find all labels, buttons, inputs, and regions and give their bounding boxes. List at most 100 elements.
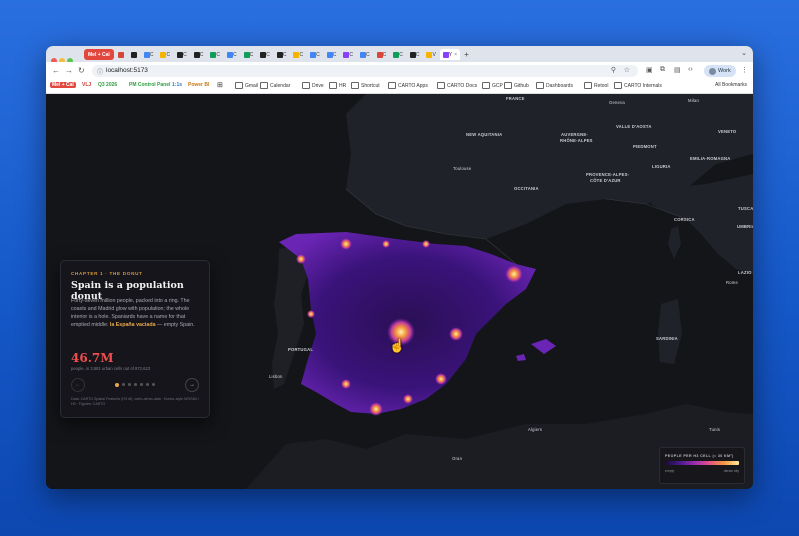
tab-label: C xyxy=(166,51,171,58)
site-info-icon[interactable]: ⓘ xyxy=(97,67,103,76)
browser-tab[interactable]: C xyxy=(141,49,157,60)
browser-tab[interactable]: C xyxy=(157,49,173,60)
city-label: Rome xyxy=(726,280,738,285)
browser-tab[interactable]: C xyxy=(357,49,373,60)
tab-strip: Mel + Cal C C C C C C C C C C C C C C C C C V Y × + ⌄ xyxy=(46,46,753,64)
github-icon xyxy=(130,51,137,58)
chapter-dot[interactable] xyxy=(140,383,143,386)
city-label: Milan xyxy=(688,98,700,103)
browser-tab[interactable]: C xyxy=(207,49,223,60)
bookmark-item[interactable]: VLJ xyxy=(82,82,91,88)
chapter-dots xyxy=(115,382,155,387)
bookmark-item[interactable]: Gmail xyxy=(235,82,258,89)
extensions-puzzle-icon[interactable]: ⧉ xyxy=(660,66,665,74)
chapter-dot[interactable] xyxy=(128,383,131,386)
chapter-navigation: ← → xyxy=(71,378,199,392)
bookmark-item[interactable]: Github xyxy=(504,82,529,89)
folder-icon xyxy=(614,82,622,89)
browser-tab[interactable]: C xyxy=(274,49,290,60)
browser-tab[interactable]: V xyxy=(423,49,438,60)
devtools-icon[interactable]: ‹› xyxy=(688,66,693,73)
browser-menu-icon[interactable]: ⋮ xyxy=(741,66,748,74)
address-bar[interactable]: ⓘ localhost:5173 ⚲ ☆ xyxy=(92,65,638,77)
bookmark-item[interactable]: GCP xyxy=(482,82,503,89)
browser-tab[interactable]: C xyxy=(290,49,306,60)
panel-body: Forty-seven million people, packed into … xyxy=(71,297,201,329)
region-label: CÔTE D'AZUR xyxy=(590,178,621,183)
zoom-icon[interactable]: ⚲ xyxy=(611,66,616,74)
browser-tab[interactable]: C xyxy=(241,49,257,60)
browser-tab[interactable] xyxy=(115,49,127,60)
map-legend: PEOPLE PER H3 CELL (≈ 30 KM²) empty dens… xyxy=(659,447,745,484)
forward-icon[interactable]: → xyxy=(65,66,73,75)
browser-tab[interactable] xyxy=(128,49,140,60)
bookmark-item[interactable]: Calendar xyxy=(260,82,290,89)
browser-tab[interactable]: Mel + Cal xyxy=(84,49,114,60)
sidepanel-icon[interactable]: ▤ xyxy=(674,66,681,74)
bookmark-item[interactable]: Dashboards xyxy=(536,82,573,89)
bookmark-item[interactable]: Drive xyxy=(302,82,324,89)
bookmark-item[interactable]: Q3 2026 xyxy=(98,82,117,88)
bookmark-item[interactable]: Retool xyxy=(584,82,608,89)
bookmark-item[interactable]: CARTO Internals xyxy=(614,82,662,89)
region-label: EMILIA-ROMAGNA xyxy=(690,156,731,161)
bookmark-item[interactable]: Shortcut xyxy=(351,82,380,89)
all-bookmarks-button[interactable]: All Bookmarks xyxy=(715,82,747,88)
extension-icon[interactable]: ▣ xyxy=(646,66,653,74)
chapter-dot[interactable] xyxy=(134,383,137,386)
browser-tab[interactable]: C xyxy=(174,49,190,60)
bookmark-label: Power BI xyxy=(188,82,210,88)
chapter-dot[interactable] xyxy=(152,383,155,386)
region-label: PIEDMONT xyxy=(633,144,657,149)
browser-tab[interactable]: C xyxy=(390,49,406,60)
back-icon[interactable]: ← xyxy=(52,66,60,75)
browser-tab[interactable]: C xyxy=(224,49,240,60)
url-text[interactable]: localhost:5173 xyxy=(106,67,148,74)
bookmark-item[interactable]: 1:1s xyxy=(172,82,182,88)
tab-label: C xyxy=(349,51,353,58)
tab-search-icon[interactable]: ⌄ xyxy=(741,49,747,57)
city-label: Oran xyxy=(452,456,463,461)
map-canvas[interactable]: FRANCE NEW AQUITANIA AUVERGNE- RHÔNE-ALPES V… xyxy=(46,94,753,489)
bookmark-item[interactable]: HR xyxy=(329,82,346,89)
bookmark-label: PM Control Panel xyxy=(129,82,171,88)
reload-icon[interactable]: ↻ xyxy=(78,66,85,75)
browser-tab[interactable]: C xyxy=(407,49,423,60)
legend-color-ramp xyxy=(665,461,739,465)
browser-tab[interactable]: Y × xyxy=(439,49,461,60)
chapter-dot-active[interactable] xyxy=(115,382,119,387)
chapter-dot[interactable] xyxy=(122,383,125,386)
browser-tab[interactable]: C xyxy=(340,49,356,60)
profile-button[interactable]: Work xyxy=(704,65,736,77)
folder-icon xyxy=(260,82,268,89)
bookmark-label: Dashboards xyxy=(546,82,573,89)
prev-chapter-button[interactable]: ← xyxy=(71,378,85,392)
region-label: PROVENCE-ALPES- xyxy=(586,172,630,177)
tab-label: Y xyxy=(448,51,453,58)
browser-tab[interactable]: C xyxy=(324,49,340,60)
tab-label: Mel + Cal xyxy=(88,51,110,58)
bookmark-label: CARTO Internals xyxy=(624,82,662,89)
bookmark-star-icon[interactable]: ☆ xyxy=(624,66,630,74)
bookmark-item[interactable]: Power BI xyxy=(188,82,209,88)
browser-tab[interactable]: C xyxy=(191,49,207,60)
new-tab-button[interactable]: + xyxy=(464,49,469,61)
bookmark-item[interactable]: PM Control Panel xyxy=(129,82,170,88)
chapter-dot[interactable] xyxy=(146,383,149,386)
close-tab-icon[interactable]: × xyxy=(454,52,457,58)
apps-grid-icon[interactable]: ⊞ xyxy=(217,81,225,89)
browser-tab[interactable]: C xyxy=(257,49,273,60)
stat-value: 46.7M xyxy=(71,351,114,365)
next-chapter-button[interactable]: → xyxy=(185,378,199,392)
browser-tab[interactable]: C xyxy=(307,49,323,60)
tab-label: C xyxy=(399,51,403,58)
bookmark-label: GCP xyxy=(492,82,503,89)
region-label: FRANCE xyxy=(506,96,525,101)
bookmark-label: Drive xyxy=(312,82,324,89)
tab-label: C xyxy=(382,51,387,58)
browser-tab[interactable]: C xyxy=(374,49,390,60)
bookmark-item[interactable]: CARTO Docs xyxy=(437,82,477,89)
city-label: Toulouse xyxy=(453,166,472,171)
bookmark-item[interactable]: CARTO Apps xyxy=(388,82,428,89)
bookmark-item[interactable]: Mel + Cal xyxy=(50,82,76,88)
